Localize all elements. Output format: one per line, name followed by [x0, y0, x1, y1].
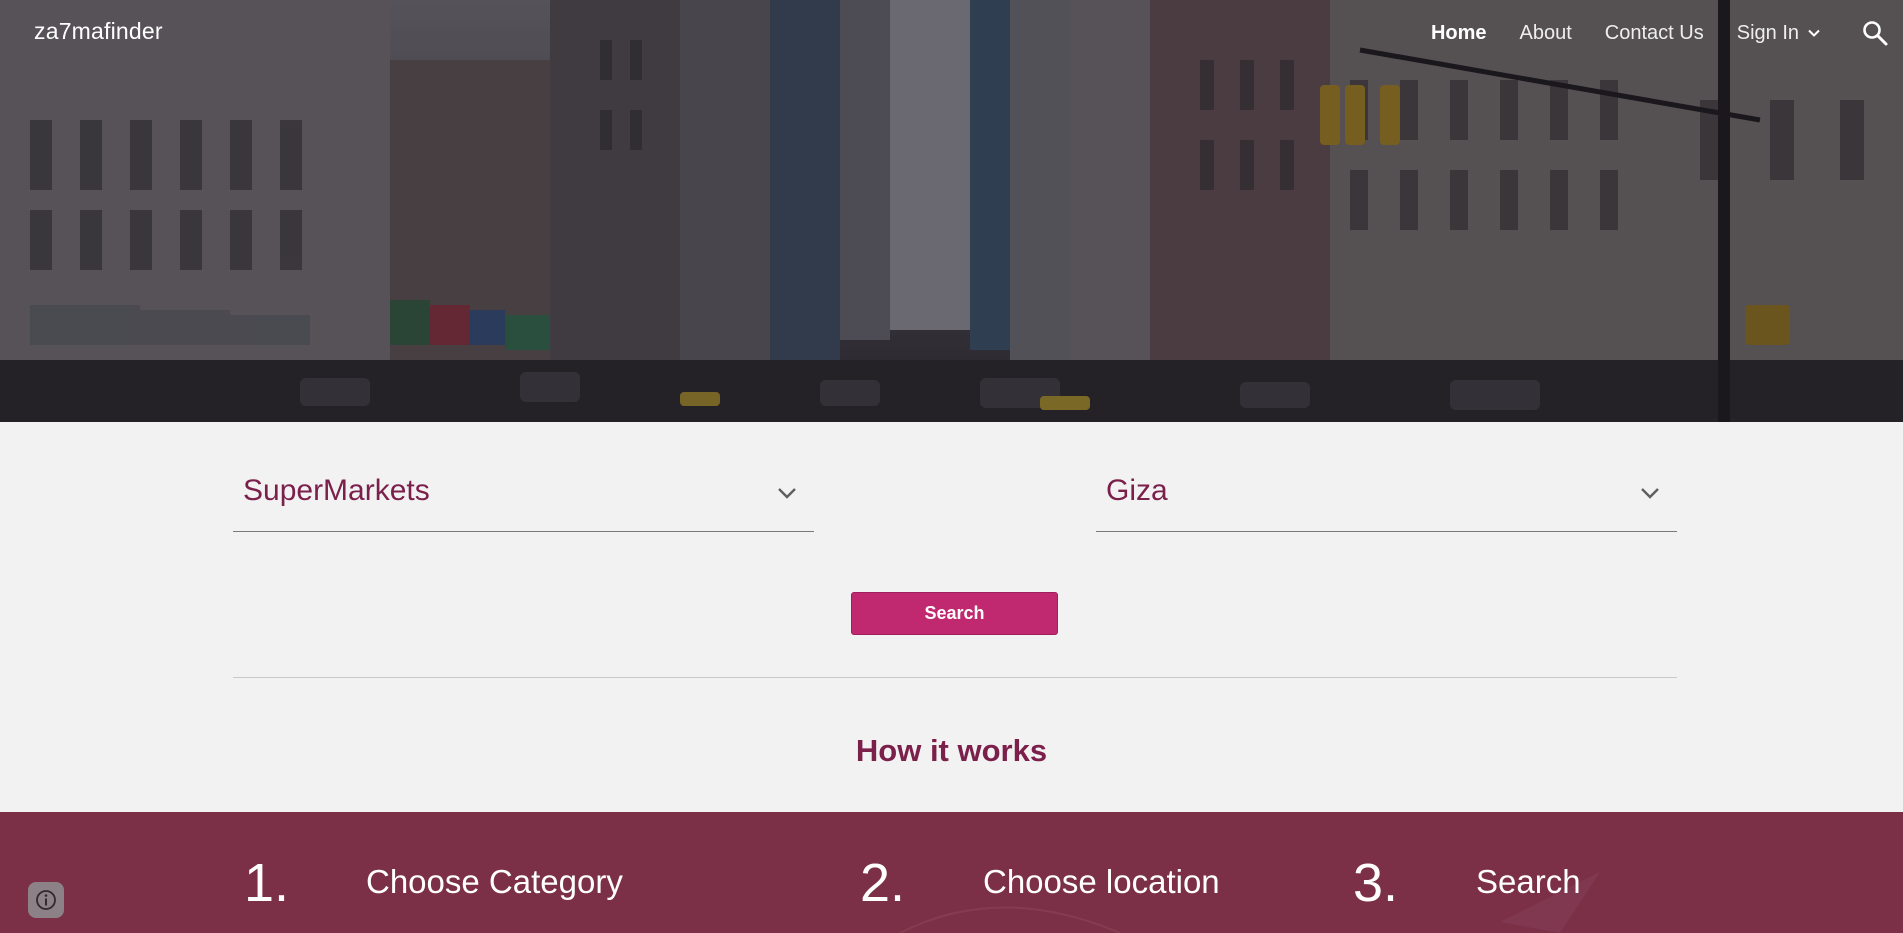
- info-icon: [36, 890, 56, 910]
- nav-sign-in-label: Sign In: [1736, 21, 1799, 44]
- chevron-down-icon: [1641, 488, 1659, 499]
- step-number: 3.: [1353, 853, 1399, 913]
- step-number: 2.: [860, 853, 906, 913]
- divider: [233, 677, 1677, 678]
- location-selected-value: Giza: [1106, 474, 1168, 507]
- top-nav: Home About Contact Us Sign In: [1431, 0, 1903, 66]
- step-label: Search: [1476, 863, 1581, 900]
- nav-sign-in[interactable]: Sign In: [1737, 22, 1821, 45]
- search-icon[interactable]: [1861, 19, 1889, 47]
- steps-band: 1. Choose Category 2. Choose location 3.…: [0, 812, 1903, 933]
- search-button[interactable]: Search: [851, 592, 1058, 635]
- chevron-down-icon: [1808, 29, 1820, 37]
- how-it-works-title: How it works: [855, 733, 1048, 768]
- category-selected-value: SuperMarkets: [243, 474, 430, 507]
- nav-home[interactable]: Home: [1431, 22, 1487, 45]
- site-title[interactable]: za7mafinder: [34, 18, 163, 45]
- step-label: Choose location: [983, 863, 1220, 900]
- chevron-down-icon: [778, 488, 796, 499]
- nav-contact-us[interactable]: Contact Us: [1605, 22, 1704, 45]
- step-label: Choose Category: [366, 863, 623, 900]
- nav-about[interactable]: About: [1520, 22, 1572, 45]
- step-number: 1.: [244, 853, 290, 913]
- hero-banner: za7mafinder Home About Contact Us Sign I…: [0, 0, 1903, 422]
- location-dropdown[interactable]: Giza: [1096, 456, 1677, 532]
- category-dropdown[interactable]: SuperMarkets: [233, 456, 814, 532]
- site-info-button[interactable]: [28, 882, 64, 918]
